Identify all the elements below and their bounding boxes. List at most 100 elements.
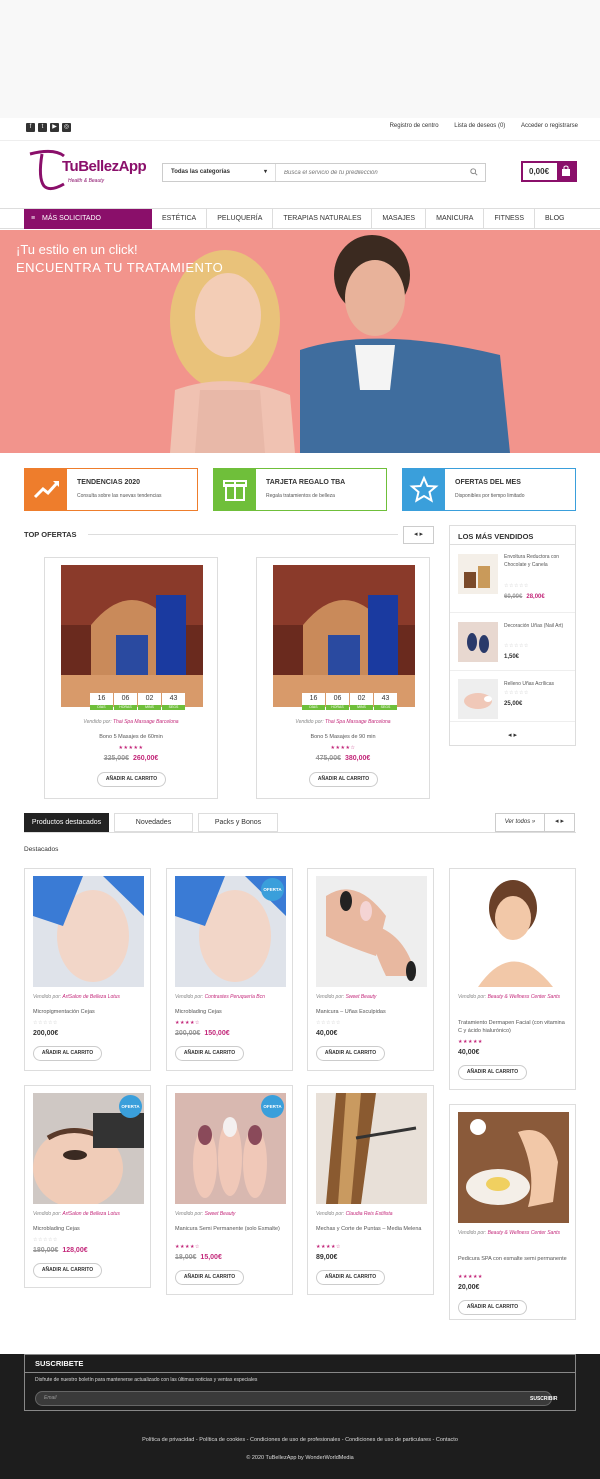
add-to-cart-button[interactable]: AÑADIR AL CARRITO	[309, 772, 378, 787]
tab-featured[interactable]: Productos destacados	[24, 813, 109, 832]
nav-item-masajes[interactable]: MASAJES	[372, 209, 427, 229]
product-card[interactable]: Vendido por: Beauty & Wellness Center Sa…	[449, 1104, 576, 1320]
vendor-line: Vendido por: Thai Spa Massage Barcelona	[45, 719, 217, 725]
product-name[interactable]: Mechas y Corte de Puntas – Media Melena	[316, 1225, 428, 1233]
add-to-cart-button[interactable]: AÑADIR AL CARRITO	[316, 1270, 385, 1285]
offer-badge: OFERTA	[261, 1095, 284, 1118]
product-name[interactable]: Microblading Cejas	[175, 1008, 287, 1016]
feature-trends[interactable]: TENDENCIAS 2020 Consulta sobre las nueva…	[24, 468, 198, 511]
feature-offers[interactable]: OFERTAS DEL MES Disponibles por tiempo l…	[402, 468, 576, 511]
add-to-cart-button[interactable]: AÑADIR AL CARRITO	[97, 772, 166, 787]
link-wishlist[interactable]: Lista de deseos (0)	[454, 123, 505, 129]
bestsellers-arrows[interactable]: ◂ ▸	[450, 731, 575, 739]
product-name[interactable]: Micropigmentación Cejas	[33, 1008, 145, 1016]
search-input[interactable]	[276, 164, 466, 181]
bestseller-image[interactable]	[458, 554, 498, 594]
nav-item-fitness[interactable]: FITNESS	[484, 209, 536, 229]
nav-item-peluqueria[interactable]: PELUQUERÍA	[207, 209, 274, 229]
product-name[interactable]: Bono 5 Masajes de 90 min	[257, 734, 429, 740]
bestseller-image[interactable]	[458, 679, 498, 719]
category-select[interactable]: Todas las categorías ▾	[163, 164, 276, 181]
subscribe-button[interactable]: SUSCRIBIR	[530, 1396, 558, 1402]
instagram-icon[interactable]: ◎	[62, 123, 71, 132]
product-card[interactable]: OFERTA Vendido por: Contrastes Peruquerí…	[166, 868, 293, 1071]
add-to-cart-button[interactable]: AÑADIR AL CARRITO	[175, 1270, 244, 1285]
product-name[interactable]: Tratamiento Dermapen Facial (con vitamin…	[458, 1019, 570, 1035]
vendor-link[interactable]: Contrastes Peruquería Bcn	[205, 994, 265, 1000]
hero-banner[interactable]: ¡Tu estilo en un click! ENCUENTRA TU TRA…	[0, 230, 600, 453]
footer-links[interactable]: Política de privacidad - Política de coo…	[0, 1437, 600, 1443]
bestseller-name[interactable]: Envoltura Reductora con Chocolate y Cane…	[504, 553, 570, 569]
section-subtitle: Destacados	[24, 846, 59, 853]
tab-new[interactable]: Novedades	[114, 813, 193, 832]
bestseller-price: 25,00€	[504, 701, 523, 707]
deal-card[interactable]: 16 DÍAS 06 HORAS 02 MINS 43 SEGS Vendido por…	[44, 557, 218, 799]
vendor-link[interactable]: Beauty & Wellness Center Sants	[488, 994, 560, 1000]
vendor-link[interactable]: ArtSalon de Belleza Lotus	[62, 1211, 120, 1217]
add-to-cart-button[interactable]: AÑADIR AL CARRITO	[175, 1046, 244, 1061]
feature-giftcard[interactable]: TARJETA REGALO TBA Regala tratamientos d…	[213, 468, 387, 511]
nav-item-estetica[interactable]: ESTÉTICA	[152, 209, 208, 229]
top-offers-arrows[interactable]: ◂ ▸	[403, 526, 434, 544]
vendor-link[interactable]: Beauty & Wellness Center Sants	[488, 1230, 560, 1236]
cart-button[interactable]: 0,00€	[521, 161, 577, 182]
vendor-line: Vendido por: ArtSalon de Belleza Lotus	[33, 991, 148, 1003]
divider	[25, 1372, 575, 1373]
add-to-cart-button[interactable]: AÑADIR AL CARRITO	[458, 1065, 527, 1080]
product-name[interactable]: Manicura – Uñas Esculpidas	[316, 1008, 428, 1016]
product-image	[316, 1093, 427, 1204]
most-requested-button[interactable]: ≡ MÁS SOLICITADO	[24, 209, 152, 229]
products-arrows[interactable]: ◂ ▸	[544, 813, 575, 832]
vendor-link[interactable]: Thai Spa Massage Barcelona	[113, 719, 179, 725]
timer-label: MINS	[350, 705, 373, 710]
rating-stars: ☆☆☆☆☆	[33, 1020, 58, 1026]
new-price: 128,00€	[62, 1247, 88, 1254]
product-card[interactable]: OFERTA Vendido por: Sweet Beauty Manicur…	[166, 1085, 293, 1295]
divider	[450, 721, 575, 722]
nav-item-terapias[interactable]: TERAPIAS NATURALES	[273, 209, 373, 229]
gift-icon	[214, 469, 256, 510]
top-bar: f t ▶ ◎ Registro de centro Lista de deseos …	[0, 118, 600, 138]
product-card[interactable]: Vendido por: ArtSalon de Belleza Lotus M…	[24, 868, 151, 1071]
nav-item-manicura[interactable]: MANICURA	[426, 209, 485, 229]
youtube-icon[interactable]: ▶	[50, 123, 59, 132]
vendor-link[interactable]: Sweet Beauty	[346, 994, 377, 1000]
product-card[interactable]: OFERTA Vendido por: ArtSalon de Belleza …	[24, 1085, 151, 1288]
link-login[interactable]: Acceder o registrarse	[521, 123, 578, 129]
timer-secs: 43	[162, 693, 185, 705]
add-to-cart-button[interactable]: AÑADIR AL CARRITO	[458, 1300, 527, 1315]
product-price: 20,00€	[458, 1284, 480, 1291]
bestseller-name[interactable]: Decoración Uñas (Nail Art)	[504, 622, 570, 630]
product-name[interactable]: Bono 5 Masajes de 60min	[45, 734, 217, 740]
feature-title: TENDENCIAS 2020	[77, 479, 141, 486]
search-icon[interactable]	[470, 168, 478, 176]
add-to-cart-button[interactable]: AÑADIR AL CARRITO	[33, 1046, 102, 1061]
twitter-icon[interactable]: t	[38, 123, 47, 132]
see-all-link[interactable]: Ver todos »	[495, 813, 545, 832]
offer-badge: OFERTA	[261, 878, 284, 901]
product-name[interactable]: Pedicura SPA con esmalte semi permanente	[458, 1255, 570, 1263]
link-register-center[interactable]: Registro de centro	[390, 123, 439, 129]
product-card[interactable]: Vendido por: Beauty & Wellness Center Sa…	[449, 868, 576, 1090]
product-card[interactable]: Vendido por: Claudia Reis Estilista Mech…	[307, 1085, 434, 1295]
product-name[interactable]: Microblading Cejas	[33, 1225, 145, 1233]
deal-card[interactable]: 16 DÍAS 06 HORAS 02 MINS 43 SEGS Vendido por…	[256, 557, 430, 799]
vendor-link[interactable]: Thai Spa Massage Barcelona	[325, 719, 391, 725]
vendor-prefix: Vendido por:	[458, 1230, 487, 1236]
product-image	[458, 876, 569, 987]
tab-packs[interactable]: Packs y Bonos	[198, 813, 278, 832]
add-to-cart-button[interactable]: AÑADIR AL CARRITO	[316, 1046, 385, 1061]
bestseller-name[interactable]: Relleno Uñas Acrílicas	[504, 680, 570, 688]
product-name[interactable]: Manicura Semi Permanente (solo Esmalte)	[175, 1225, 287, 1233]
product-card[interactable]: Vendido por: Sweet Beauty Manicura – Uña…	[307, 868, 434, 1071]
add-to-cart-button[interactable]: AÑADIR AL CARRITO	[33, 1263, 102, 1278]
bestseller-image[interactable]	[458, 622, 498, 662]
email-input[interactable]: Email	[35, 1391, 552, 1406]
facebook-icon[interactable]: f	[26, 123, 35, 132]
nav-item-blog[interactable]: BLOG	[535, 209, 574, 229]
vendor-link[interactable]: ArtSalon de Belleza Lotus	[62, 994, 120, 1000]
site-logo[interactable]: TuBellezApp Health & Beauty	[24, 148, 147, 194]
vendor-link[interactable]: Claudia Reis Estilista	[346, 1211, 393, 1217]
vendor-link[interactable]: Sweet Beauty	[205, 1211, 236, 1217]
timer-days: 16	[302, 693, 325, 705]
